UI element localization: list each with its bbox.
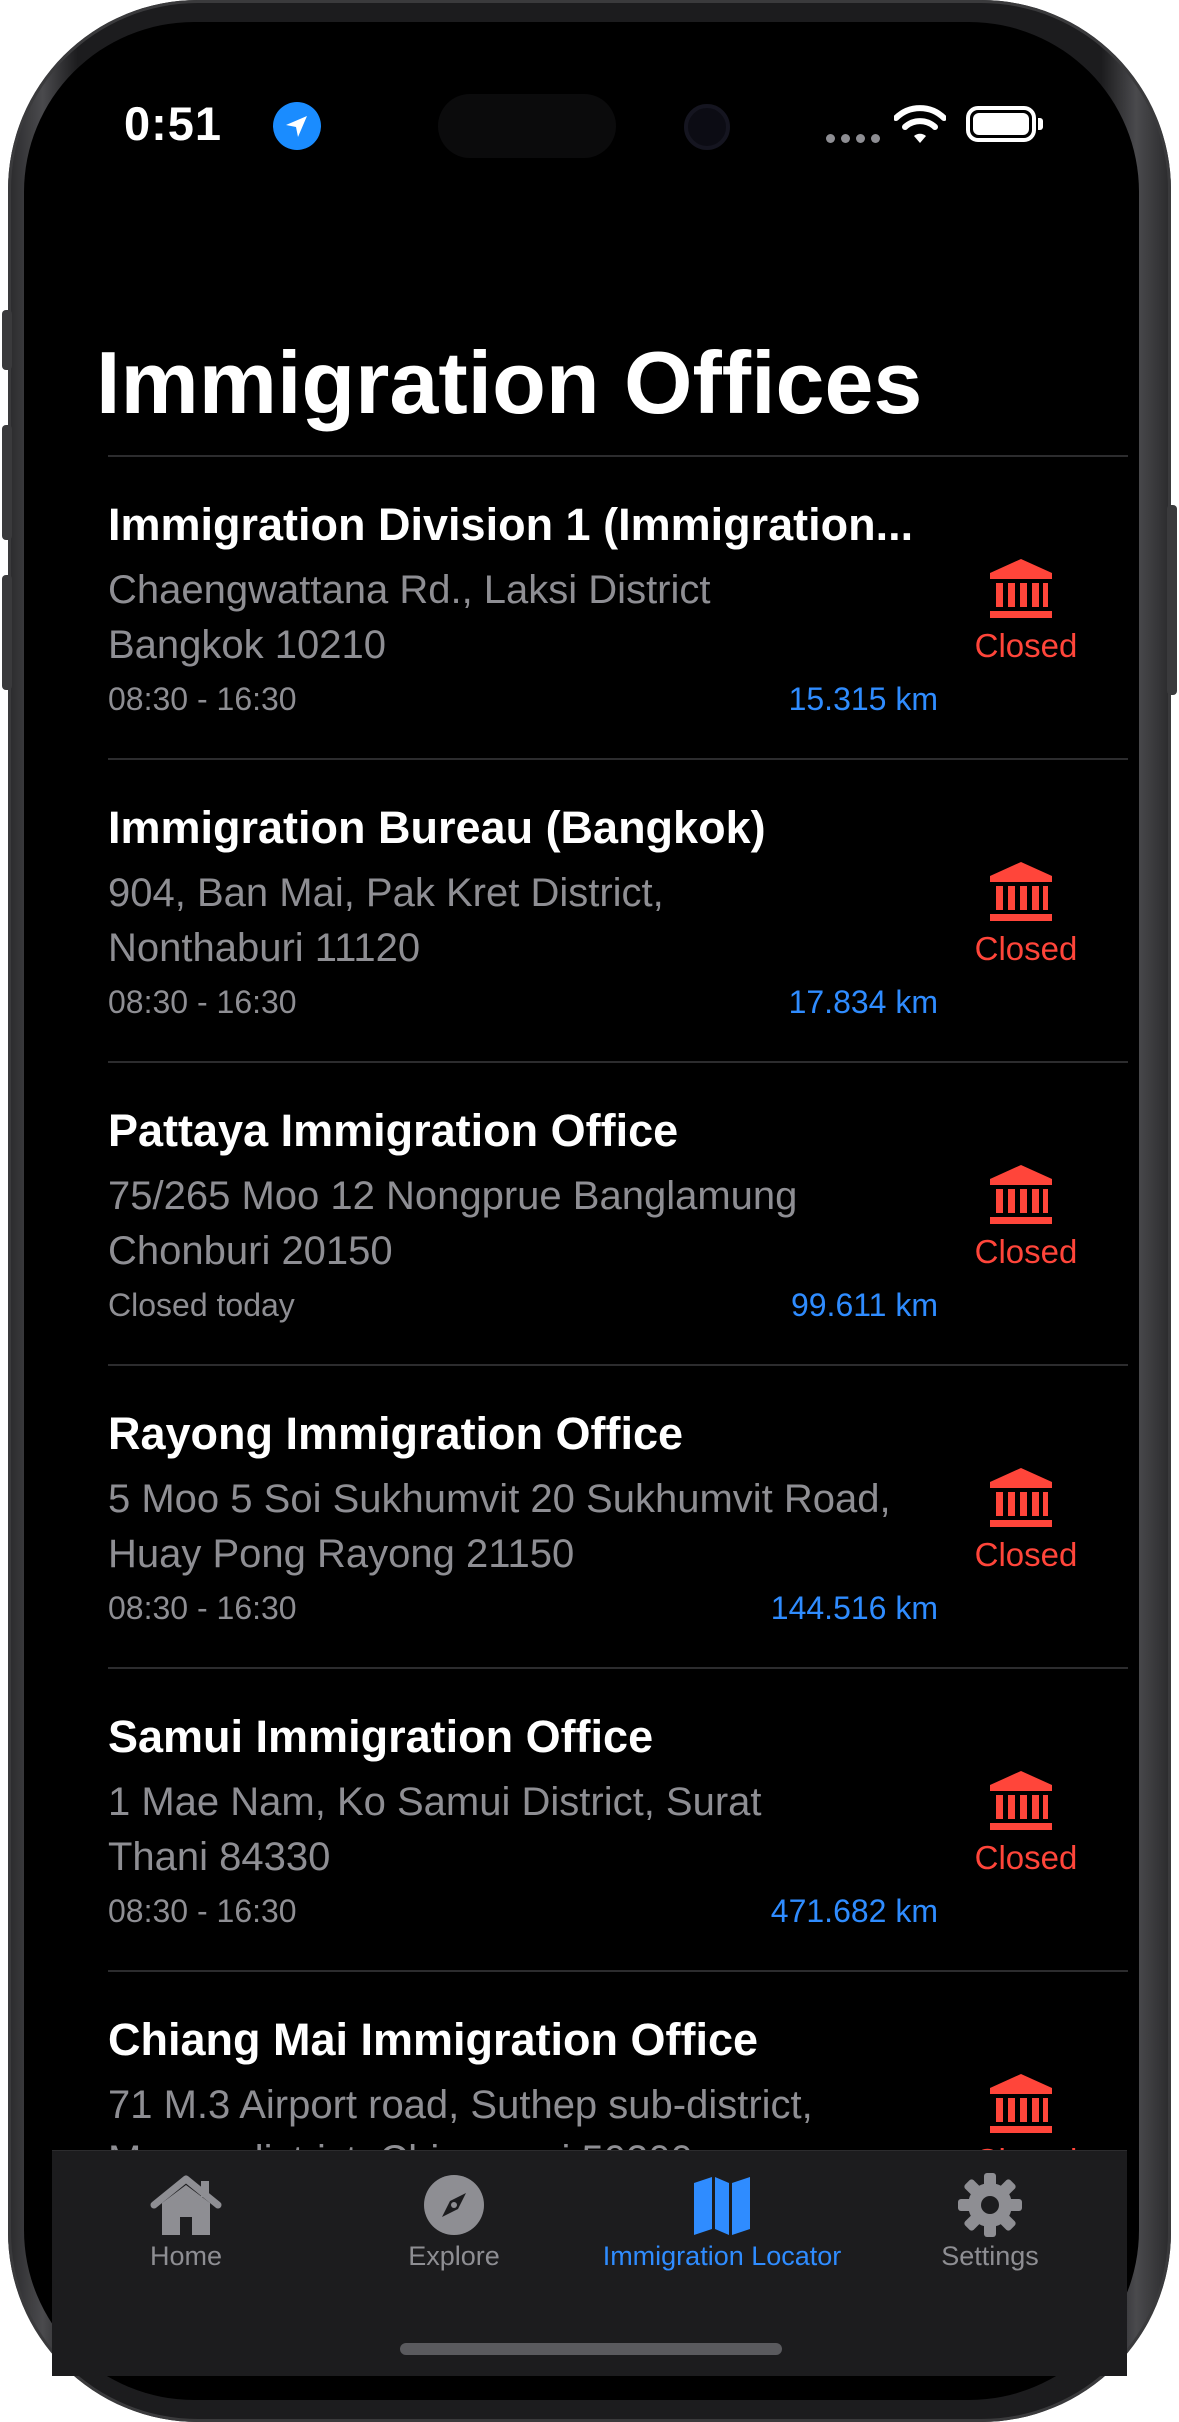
office-address: Chaengwattana Rd., Laksi District Bangkok… <box>108 563 968 673</box>
office-distance: 144.516 km <box>770 1590 938 1626</box>
page-title: Immigration Offices <box>96 333 923 432</box>
office-hours: 08:30 - 16:30 <box>108 681 297 717</box>
office-address: 75/265 Moo 12 Nongprue Banglamung Chonbur… <box>108 1169 968 1279</box>
bank-building-icon <box>988 1163 1054 1230</box>
office-status: Closed <box>974 1233 1078 1270</box>
office-name: Immigration Division 1 (Immigration... <box>108 499 914 550</box>
office-hours: 08:30 - 16:30 <box>108 984 297 1020</box>
office-hours: Closed today <box>108 1287 295 1323</box>
office-address-line1: 1 Mae Nam, Ko Samui District, Surat <box>108 1780 762 1824</box>
action-button <box>2 310 12 370</box>
tab-settings-label: Settings <box>941 2241 1039 2271</box>
bank-building-icon <box>988 1769 1054 1836</box>
home-indicator[interactable] <box>400 2343 782 2355</box>
dynamic-island <box>438 94 616 158</box>
office-status: Closed <box>974 1839 1078 1876</box>
tab-immigration-locator-label: Immigration Locator <box>602 2241 842 2271</box>
office-address-line2: Bangkok 10210 <box>108 623 387 667</box>
office-name: Pattaya Immigration Office <box>108 1105 679 1156</box>
office-hours: 08:30 - 16:30 <box>108 1893 297 1929</box>
office-row[interactable]: Immigration Division 1 (Immigration... Ch… <box>108 455 1128 758</box>
office-name: Samui Immigration Office <box>108 1711 654 1762</box>
bank-building-icon <box>988 1466 1054 1533</box>
volume-up-button <box>2 425 12 540</box>
office-distance: 15.315 km <box>788 681 938 717</box>
tab-settings[interactable]: Settings <box>856 2161 1124 2281</box>
office-address-line1: Chaengwattana Rd., Laksi District <box>108 568 711 612</box>
office-distance: 17.834 km <box>788 984 938 1020</box>
office-row[interactable]: Rayong Immigration Office 5 Moo 5 Soi Suk… <box>108 1364 1128 1667</box>
gear-icon <box>958 2173 1022 2237</box>
office-name: Immigration Bureau (Bangkok) <box>108 802 766 853</box>
office-address-line2: Nonthaburi 11120 <box>108 926 421 970</box>
office-address-line2: Chonburi 20150 <box>108 1229 393 1273</box>
office-address-line1: 5 Moo 5 Soi Sukhumvit 20 Sukhumvit Road, <box>108 1477 891 1521</box>
wifi-icon <box>893 104 947 151</box>
cellular-signal-icon <box>826 134 880 143</box>
tab-immigration-locator[interactable]: Immigration Locator <box>588 2161 856 2281</box>
office-row[interactable]: Samui Immigration Office 1 Mae Nam, Ko Sa… <box>108 1667 1128 1970</box>
house-icon <box>150 2175 222 2235</box>
office-list[interactable]: Immigration Division 1 (Immigration... Ch… <box>108 455 1128 2273</box>
office-status: Closed <box>974 627 1078 664</box>
office-address: 5 Moo 5 Soi Sukhumvit 20 Sukhumvit Road,… <box>108 1472 968 1582</box>
bank-building-icon <box>988 557 1054 624</box>
office-address-line2: Huay Pong Rayong 21150 <box>108 1532 575 1576</box>
front-camera <box>684 104 730 150</box>
office-address-line1: 71 M.3 Airport road, Suthep sub-district… <box>108 2083 813 2127</box>
status-time: 0:51 <box>124 97 223 150</box>
office-row[interactable]: Pattaya Immigration Office 75/265 Moo 12 … <box>108 1061 1128 1364</box>
office-name: Rayong Immigration Office <box>108 1408 684 1459</box>
office-address-line1: 904, Ban Mai, Pak Kret District, <box>108 871 664 915</box>
office-status: Closed <box>974 1536 1078 1573</box>
bank-building-icon <box>988 860 1054 927</box>
office-distance: 471.682 km <box>770 1893 938 1929</box>
office-row[interactable]: Immigration Bureau (Bangkok) 904, Ban Mai… <box>108 758 1128 1061</box>
tab-explore-label: Explore <box>408 2241 500 2271</box>
volume-down-button <box>2 575 12 690</box>
battery-icon <box>966 106 1043 142</box>
power-button <box>1167 505 1177 695</box>
office-status: Closed <box>974 930 1078 967</box>
map-icon <box>694 2177 750 2235</box>
compass-icon <box>424 2175 484 2235</box>
location-arrow-icon <box>273 102 321 150</box>
office-distance: 99.611 km <box>790 1287 938 1323</box>
office-address: 1 Mae Nam, Ko Samui District, Surat Thani… <box>108 1775 968 1885</box>
office-address: 904, Ban Mai, Pak Kret District, Nonthabu… <box>108 866 968 976</box>
tab-explore[interactable]: Explore <box>320 2161 588 2281</box>
tab-home[interactable]: Home <box>52 2161 320 2281</box>
bank-building-icon <box>988 2072 1054 2139</box>
office-name: Chiang Mai Immigration Office <box>108 2014 759 2065</box>
office-hours: 08:30 - 16:30 <box>108 1590 297 1626</box>
office-address-line1: 75/265 Moo 12 Nongprue Banglamung <box>108 1174 798 1218</box>
office-address-line2: Thani 84330 <box>108 1835 331 1879</box>
tab-home-label: Home <box>149 2241 223 2271</box>
